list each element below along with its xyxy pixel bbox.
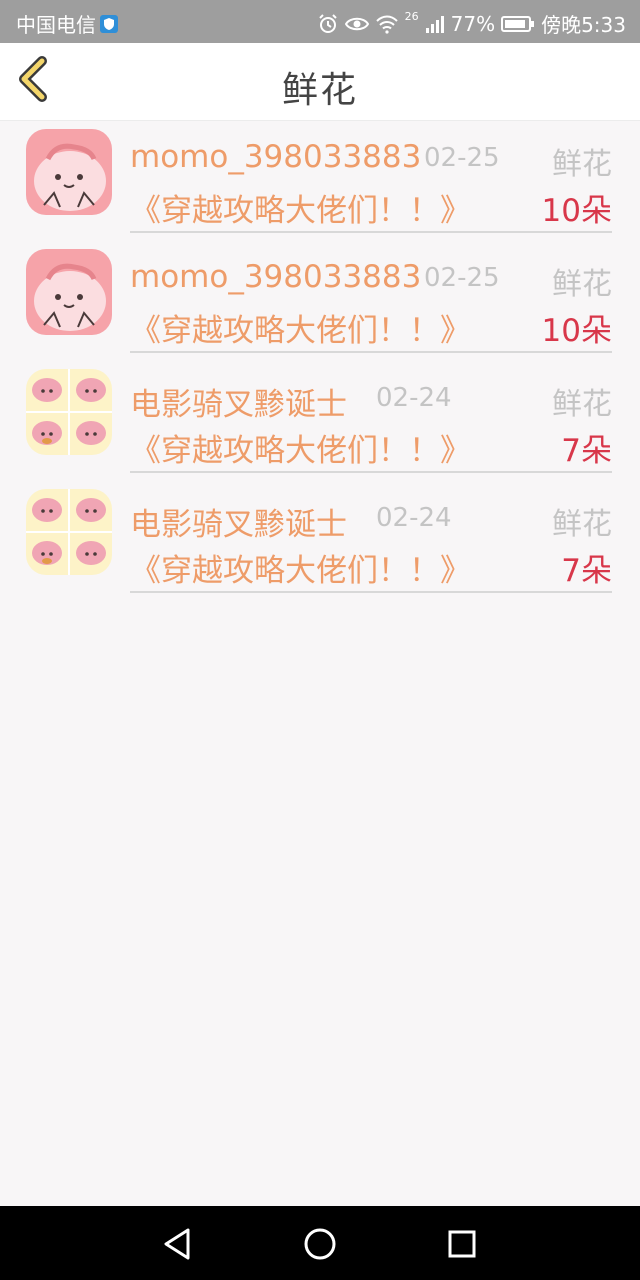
gift-type: 鲜花 [552,147,612,182]
clock-label: 傍晚5:33 [541,13,626,37]
book-title: 《穿越攻略大佬们！！》 [130,433,471,469]
divider [130,351,612,353]
wifi-icon [375,14,399,34]
avatar[interactable] [26,129,112,215]
shield-icon [100,14,118,33]
book-title: 《穿越攻略大佬们！！》 [130,193,471,229]
nav-back-button[interactable] [158,1224,198,1264]
top-header: 鲜花 [0,43,640,121]
nav-home-button[interactable] [300,1224,340,1264]
list-item[interactable]: 电影骑叉黪诞士 02-24 鲜花 《穿越攻略大佬们！！》 7朵 [0,361,640,481]
list-item[interactable]: momo_398033883 02-25 鲜花 《穿越攻略大佬们！！》 10朵 [0,241,640,361]
flower-count: 10朵 [541,313,612,349]
record-date: 02-25 [424,263,500,293]
gift-type: 鲜花 [552,267,612,302]
book-title: 《穿越攻略大佬们！！》 [130,313,471,349]
sender-name: 电影骑叉黪诞士 [130,507,347,543]
nav-recent-button[interactable] [442,1224,482,1264]
triangle-back-icon [158,1228,198,1268]
flower-count: 10朵 [541,193,612,229]
battery-icon [501,15,535,33]
divider [130,591,612,593]
avatar[interactable] [26,489,112,575]
sender-name: momo_398033883 [130,139,422,175]
avatar[interactable] [26,249,112,335]
avatar[interactable] [26,369,112,455]
gift-type: 鲜花 [552,507,612,542]
flower-count: 7朵 [561,433,612,469]
record-date: 02-24 [376,383,452,413]
navigation-bar [0,1206,640,1280]
page-title: 鲜花 [281,70,358,111]
circle-home-icon [300,1228,340,1268]
sender-name: momo_398033883 [130,259,422,295]
battery-percent: 77% [450,11,496,36]
signal-icon [425,14,445,34]
list-item[interactable]: 电影骑叉黪诞士 02-24 鲜花 《穿越攻略大佬们！！》 7朵 [0,481,640,601]
divider [130,231,612,233]
flower-count: 7朵 [561,553,612,589]
eye-icon [344,14,369,34]
list-item[interactable]: momo_398033883 02-25 鲜花 《穿越攻略大佬们！！》 10朵 [0,121,640,241]
record-date: 02-24 [376,503,452,533]
book-title: 《穿越攻略大佬们！！》 [130,553,471,589]
record-date: 02-25 [424,143,500,173]
flower-record-list: momo_398033883 02-25 鲜花 《穿越攻略大佬们！！》 10朵 … [0,121,640,601]
square-recent-icon [442,1230,482,1268]
network-type-label: 26 [404,10,419,23]
carrier-label: 中国电信 [16,13,96,37]
gift-type: 鲜花 [552,387,612,422]
status-bar: 中国电信 26 77% 傍晚5:33 [0,0,640,43]
sender-name: 电影骑叉黪诞士 [130,387,347,423]
divider [130,471,612,473]
alarm-icon [317,13,339,35]
